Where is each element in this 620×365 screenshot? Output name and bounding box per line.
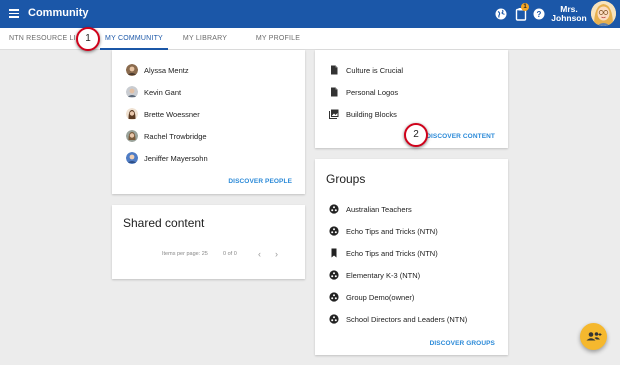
user-name[interactable]: Mrs. Johnson [551,5,587,23]
person-item[interactable]: Jeniffer Mayersohn [126,151,208,165]
group-name: Echo Tips and Tricks (NTN) [346,248,438,258]
items-per-page[interactable]: Items per page: 25 [162,251,208,257]
items-per-page-value: 25 [201,251,208,257]
help-icon[interactable]: ? [532,7,546,21]
tab-my-profile[interactable]: MY PROFILE [252,28,304,50]
discover-content-link[interactable]: DISCOVER CONTENT [426,133,495,140]
group-icon [329,226,339,236]
person-avatar [126,64,138,76]
content-item-label: Culture is Crucial [346,65,404,75]
user-name-line2: Johnson [551,13,587,23]
content-item[interactable]: Building Blocks [329,107,397,121]
content-item[interactable]: Culture is Crucial [329,63,403,77]
document-icon [331,65,338,75]
content-item[interactable]: Personal Logos [329,85,398,99]
person-name: Brette Woessner [144,109,200,119]
discover-people-link[interactable]: DISCOVER PEOPLE [228,178,292,185]
person-avatar [126,108,138,120]
group-name: School Directors and Leaders (NTN) [346,314,468,324]
content-item-label: Building Blocks [346,109,397,119]
person-name: Alyssa Mentz [144,65,189,75]
groups-card: Groups Australian Teachers Echo Tips and… [315,159,508,355]
add-people-fab[interactable] [580,323,607,350]
groups-title: Groups [326,172,366,186]
group-add-icon [586,332,602,341]
app-title: Community [28,7,89,19]
person-avatar [126,130,138,142]
tab-ntn-resource-library[interactable]: NTN RESOURCE LIBRA [0,28,76,50]
bookmark-icon [331,248,337,258]
person-name: Jeniffer Mayersohn [144,153,208,163]
app-bar: Community 1 ? Mrs. Johnson [0,0,620,28]
pagination-range: 0 of 0 [223,251,237,257]
person-item[interactable]: Brette Woessner [126,107,200,121]
group-name: Australian Teachers [346,204,412,214]
content-item-label: Personal Logos [346,87,399,97]
group-item[interactable]: Echo Tips and Tricks (NTN) [329,246,438,260]
step-callout-1: 1 [76,27,100,51]
user-avatar[interactable] [591,1,616,26]
people-card: Alyssa Mentz Kevin Gant Brette Woessner … [112,50,305,194]
group-icon [329,292,339,302]
globe-icon[interactable] [494,7,508,21]
group-icon [329,314,339,324]
person-item[interactable]: Alyssa Mentz [126,63,189,77]
menu-icon[interactable] [9,9,19,18]
discover-groups-link[interactable]: DISCOVER GROUPS [430,340,495,347]
person-item[interactable]: Rachel Trowbridge [126,129,207,143]
shared-content-card: Shared content Items per page: 25 0 of 0… [112,205,305,279]
tab-my-community[interactable]: MY COMMUNITY [100,28,168,50]
chevron-right-icon[interactable]: › [275,249,278,259]
group-item[interactable]: Echo Tips and Tricks (NTN) [329,224,438,238]
step-callout-2: 2 [404,123,428,147]
group-icon [329,204,339,214]
group-item[interactable]: Group Demo(owner) [329,290,414,304]
person-name: Kevin Gant [144,87,182,97]
document-icon [331,87,338,97]
group-item[interactable]: School Directors and Leaders (NTN) [329,312,467,326]
group-name: Echo Tips and Tricks (NTN) [346,226,438,236]
tab-my-library[interactable]: MY LIBRARY [180,28,230,50]
person-item[interactable]: Kevin Gant [126,85,181,99]
person-name: Rachel Trowbridge [144,131,207,141]
group-icon [329,270,339,280]
svg-text:?: ? [537,10,542,19]
person-avatar [126,152,138,164]
items-per-page-label: Items per page: [162,251,201,257]
person-avatar [126,86,138,98]
chevron-left-icon[interactable]: ‹ [258,249,261,259]
image-collection-icon [329,109,339,119]
shared-content-title: Shared content [123,216,205,230]
group-item[interactable]: Australian Teachers [329,202,412,216]
group-name: Elementary K-3 (NTN) [346,270,421,280]
group-item[interactable]: Elementary K-3 (NTN) [329,268,420,282]
notification-badge: 1 [521,3,529,11]
group-name: Group Demo(owner) [346,292,415,302]
